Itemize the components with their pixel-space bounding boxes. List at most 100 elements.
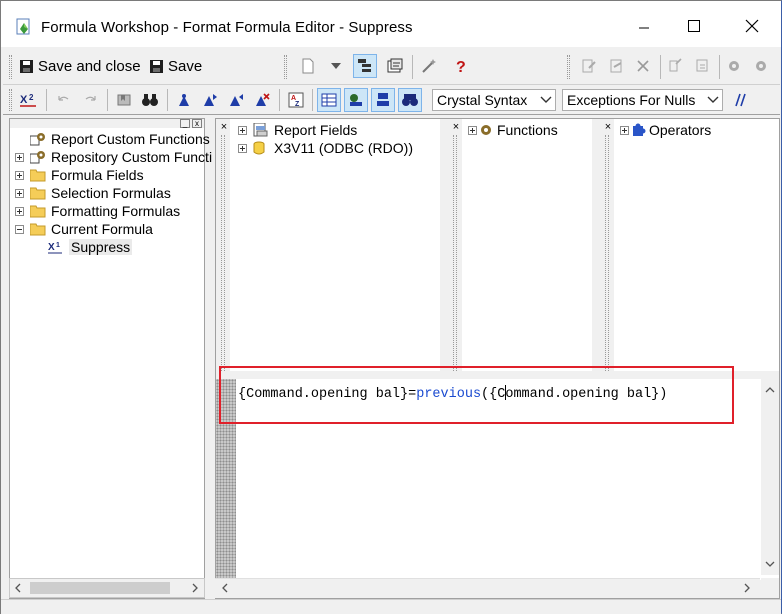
null-handling-select[interactable]: Exceptions For Nulls bbox=[562, 89, 723, 111]
report-fields-icon bbox=[253, 123, 268, 137]
window-title: Formula Workshop - Format Formula Editor… bbox=[41, 19, 413, 36]
expert-button[interactable] bbox=[419, 56, 439, 76]
repository-update-icon bbox=[696, 59, 708, 72]
toolbar-separator bbox=[312, 89, 313, 111]
custom-function-2-button[interactable] bbox=[751, 56, 771, 76]
null-handling-select-value: Exceptions For Nulls bbox=[567, 92, 696, 108]
expand-icon[interactable] bbox=[15, 188, 24, 198]
clear-bookmarks-icon bbox=[256, 93, 270, 106]
delete-button[interactable] bbox=[633, 56, 653, 76]
fields-pane-header: × bbox=[216, 119, 230, 371]
next-bookmark-button[interactable] bbox=[199, 89, 221, 111]
properties-button[interactable] bbox=[385, 56, 405, 76]
functions-label: Functions bbox=[497, 122, 558, 138]
add-to-repository-button[interactable] bbox=[665, 56, 685, 76]
close-button[interactable] bbox=[729, 11, 775, 41]
pane-grip[interactable] bbox=[221, 135, 225, 371]
tree-horizontal-scrollbar[interactable] bbox=[9, 578, 205, 598]
help-button[interactable]: ? bbox=[451, 56, 471, 76]
editor-horizontal-scrollbar[interactable] bbox=[215, 578, 760, 598]
editor-vertical-scrollbar[interactable] bbox=[761, 378, 779, 575]
toolbar-grip[interactable] bbox=[567, 55, 570, 79]
magic-wand-icon bbox=[422, 59, 436, 73]
tree-item-selection-formulas[interactable]: Selection Formulas bbox=[15, 184, 171, 202]
close-icon[interactable]: × bbox=[219, 122, 229, 133]
toolbar-grip[interactable] bbox=[9, 89, 12, 111]
tree-item-label: Report Custom Functions bbox=[51, 131, 210, 147]
expand-icon[interactable] bbox=[238, 143, 247, 153]
operators-item[interactable]: Operators bbox=[620, 121, 711, 139]
scrollbar-thumb[interactable] bbox=[30, 582, 170, 594]
tree-item-report-custom-functions[interactable]: Report Custom Functions bbox=[30, 130, 210, 148]
repository-update-button[interactable] bbox=[693, 56, 713, 76]
tree-item-repository-custom-functions[interactable]: Repository Custom Functi bbox=[15, 148, 212, 166]
functions-item[interactable]: Functions bbox=[468, 121, 558, 139]
tree-pane-pin-button[interactable]: _ bbox=[180, 119, 190, 128]
close-icon[interactable]: × bbox=[603, 122, 613, 133]
functions-pane[interactable]: × Functions bbox=[448, 119, 592, 371]
expand-icon[interactable] bbox=[15, 152, 24, 162]
previous-bookmark-button[interactable] bbox=[225, 89, 247, 111]
toolbar-grip[interactable] bbox=[9, 55, 12, 79]
expand-icon[interactable] bbox=[468, 125, 477, 135]
workshop-tree-pane[interactable]: _ x Report Custom Functions Repository C… bbox=[9, 118, 212, 599]
show-operators-button[interactable] bbox=[371, 88, 395, 112]
expand-icon[interactable] bbox=[238, 125, 247, 135]
find-button[interactable] bbox=[139, 89, 161, 111]
comment-button[interactable] bbox=[729, 89, 751, 111]
pane-splitter[interactable] bbox=[592, 119, 600, 371]
save-and-close-button[interactable]: Save and close bbox=[19, 55, 141, 77]
scroll-right-icon[interactable] bbox=[191, 583, 199, 593]
new-formula-button[interactable] bbox=[299, 57, 317, 75]
help-question-icon: ? bbox=[456, 59, 466, 74]
scroll-right-icon[interactable] bbox=[743, 583, 751, 593]
new-dropdown-arrow[interactable] bbox=[329, 59, 343, 73]
bookmark-button[interactable] bbox=[113, 89, 135, 111]
new-document-icon bbox=[302, 58, 314, 74]
report-fields-pane[interactable]: × Report Fields X3V11 (ODBC (RDO)) bbox=[216, 119, 440, 371]
tree-pane-close-button[interactable]: x bbox=[192, 119, 202, 128]
expand-icon[interactable] bbox=[620, 125, 629, 135]
clear-bookmarks-button[interactable] bbox=[251, 89, 273, 111]
minimize-button[interactable] bbox=[621, 11, 667, 41]
tree-item-formatting-formulas[interactable]: Formatting Formulas bbox=[15, 202, 180, 220]
redo-button[interactable] bbox=[81, 90, 101, 110]
toggle-bookmark-button[interactable] bbox=[173, 89, 195, 111]
save-and-close-label: Save and close bbox=[38, 57, 141, 75]
fields-item-report-fields[interactable]: Report Fields bbox=[238, 121, 357, 139]
rename-button[interactable] bbox=[579, 56, 599, 76]
save-button[interactable]: Save bbox=[149, 55, 202, 77]
expand-icon[interactable] bbox=[15, 206, 24, 216]
operators-pane[interactable]: × Operators bbox=[600, 119, 779, 371]
close-icon[interactable]: × bbox=[451, 122, 461, 133]
pane-grip[interactable] bbox=[605, 135, 609, 371]
edit-button[interactable] bbox=[607, 56, 627, 76]
custom-function-button[interactable] bbox=[724, 56, 744, 76]
scroll-left-icon[interactable] bbox=[221, 583, 229, 593]
collapse-icon[interactable] bbox=[15, 224, 24, 234]
undo-button[interactable] bbox=[53, 90, 73, 110]
tree-item-current-formula[interactable]: Current Formula bbox=[15, 220, 153, 238]
pane-grip[interactable] bbox=[453, 135, 457, 371]
tree-item-formula-fields[interactable]: Formula Fields bbox=[15, 166, 144, 184]
scroll-left-icon[interactable] bbox=[14, 583, 22, 593]
scroll-up-icon[interactable] bbox=[765, 386, 775, 394]
toolbar-separator bbox=[279, 89, 280, 111]
svg-text:2: 2 bbox=[29, 93, 34, 102]
show-functions-button[interactable] bbox=[344, 88, 368, 112]
toggle-tree-button[interactable] bbox=[353, 54, 377, 78]
syntax-select[interactable]: Crystal Syntax bbox=[432, 89, 556, 111]
maximize-button[interactable] bbox=[671, 11, 717, 41]
check-formula-button[interactable]: X2 bbox=[18, 89, 40, 111]
tree-item-suppress[interactable]: X1 Suppress bbox=[48, 238, 133, 256]
operators-pane-header: × bbox=[600, 119, 614, 371]
show-fields-button[interactable] bbox=[317, 88, 341, 112]
fields-item-datasource[interactable]: X3V11 (ODBC (RDO)) bbox=[238, 139, 413, 157]
pane-splitter[interactable] bbox=[440, 119, 448, 371]
scroll-down-icon[interactable] bbox=[765, 560, 775, 568]
expand-icon[interactable] bbox=[15, 170, 24, 180]
sort-tree-button[interactable]: AZ bbox=[285, 89, 307, 111]
annotation-highlight-box bbox=[219, 366, 734, 424]
show-all-button[interactable] bbox=[398, 88, 422, 112]
toolbar-grip[interactable] bbox=[284, 55, 287, 79]
